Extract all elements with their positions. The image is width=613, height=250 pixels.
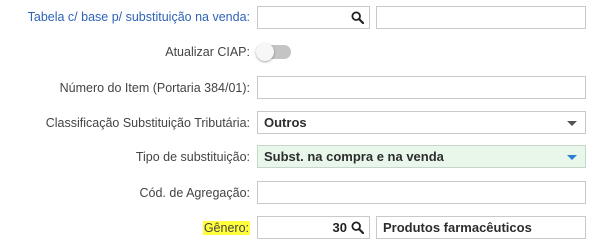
tabela-description-field[interactable] <box>376 6 586 29</box>
search-icon[interactable] <box>351 221 364 234</box>
tipo-substituicao-label: Tipo de substituição: <box>135 150 250 164</box>
tax-substitution-form: Tabela c/ base p/ substituição na venda:… <box>0 0 613 250</box>
agregacao-field[interactable] <box>257 181 586 204</box>
genero-code-field[interactable]: 30 <box>257 216 370 239</box>
tipo-substituicao-select[interactable]: Subst. na compra e na venda <box>257 145 586 168</box>
genero-description-field[interactable]: Produtos farmacêuticos <box>376 216 586 239</box>
numero-item-field[interactable] <box>257 76 586 99</box>
genero-label: Gênero: <box>202 220 250 236</box>
classificacao-label: Classificação Substituição Tributária: <box>45 116 250 130</box>
classificacao-selected: Outros <box>264 115 307 130</box>
agregacao-label: Cód. de Agregação: <box>139 186 251 200</box>
genero-code-value: 30 <box>332 220 347 235</box>
ciap-toggle-knob <box>256 43 274 61</box>
chevron-down-icon[interactable] <box>567 121 577 126</box>
genero-description-value: Produtos farmacêuticos <box>383 220 532 235</box>
tabela-label[interactable]: Tabela c/ base p/ substituição na venda: <box>28 9 250 25</box>
numero-item-label: Número do Item (Portaria 384/01): <box>59 81 250 95</box>
chevron-down-icon[interactable] <box>567 155 577 160</box>
ciap-label: Atualizar CIAP: <box>165 45 250 59</box>
classificacao-select[interactable]: Outros <box>257 111 586 134</box>
genero-label-text: Gênero: <box>202 221 250 235</box>
tipo-substituicao-selected: Subst. na compra e na venda <box>264 149 444 164</box>
ciap-toggle[interactable] <box>256 43 291 61</box>
search-icon[interactable] <box>351 11 364 24</box>
tabela-code-field[interactable] <box>257 6 370 29</box>
